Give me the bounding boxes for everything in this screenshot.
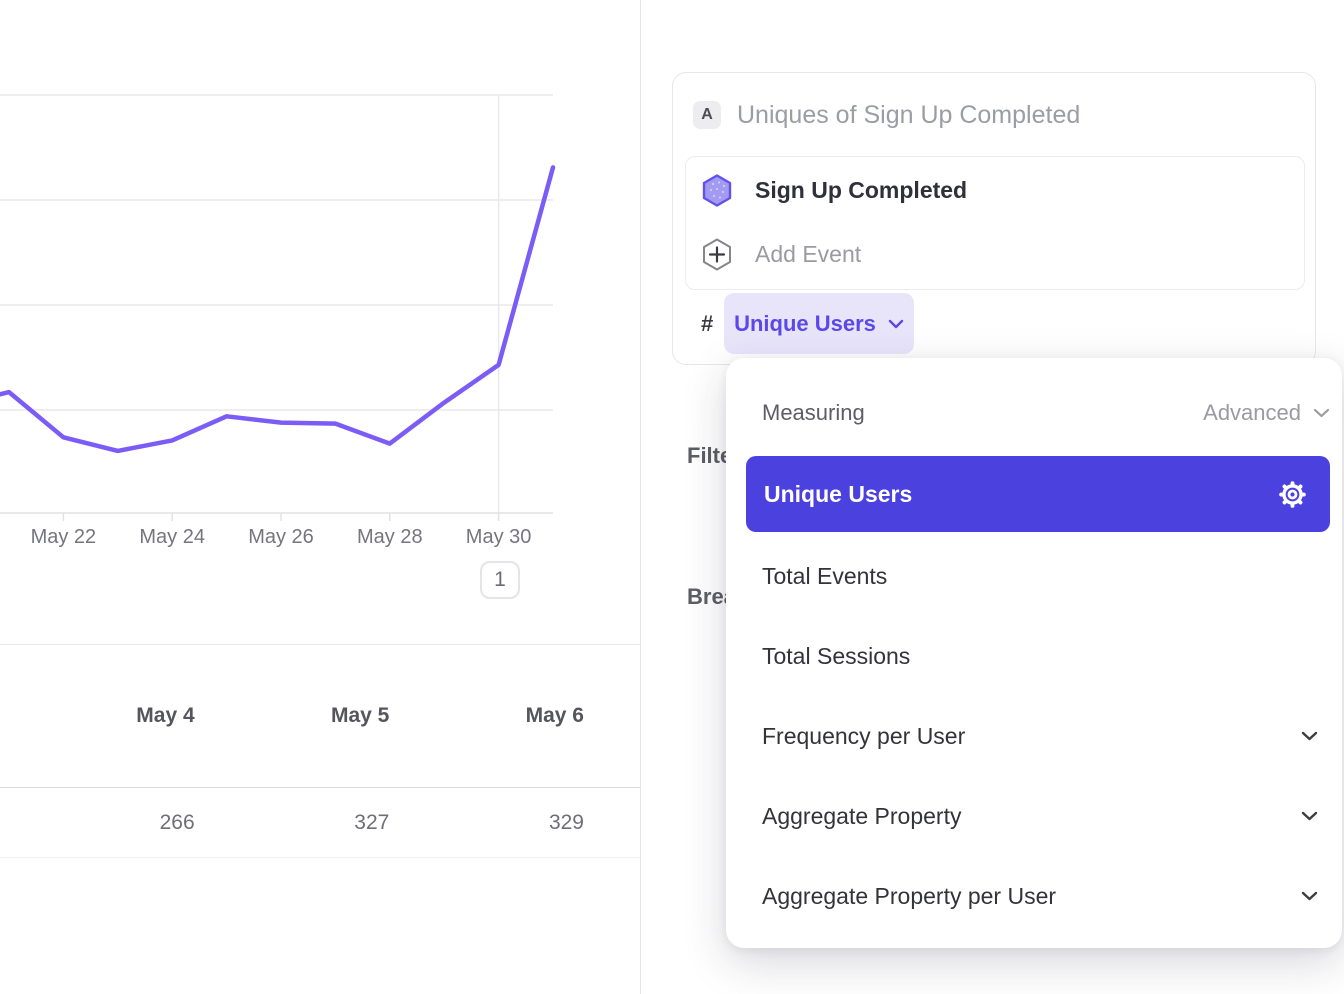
add-event-button[interactable]: Add Event: [702, 237, 861, 271]
series-letter: A: [701, 106, 713, 124]
menu-item-total-sessions[interactable]: Total Sessions: [762, 634, 1318, 678]
menu-item-label: Total Events: [762, 563, 887, 590]
plus-hexagon-icon: [702, 238, 732, 271]
insights-report-page: May 22 May 24 May 26 May 28 May 30 1 May 4 M…: [0, 0, 1344, 994]
table-header-may5: May 5: [195, 704, 390, 728]
event-row[interactable]: Sign Up Completed: [702, 173, 967, 207]
x-axis-tick-label: May 30: [466, 526, 532, 548]
event-card: Sign Up Completed Add Event: [685, 156, 1305, 290]
line-chart: May 22 May 24 May 26 May 28 May 30: [0, 0, 640, 620]
filter-section-label: Filter: [687, 443, 728, 469]
table-header-may4: May 4: [0, 704, 195, 728]
table-value-may6: 329: [389, 811, 584, 835]
advanced-toggle[interactable]: Advanced: [1203, 400, 1330, 426]
menu-item-unique-users-selected[interactable]: Unique Users: [746, 456, 1330, 532]
menu-item-frequency-per-user[interactable]: Frequency per User: [762, 714, 1318, 758]
selected-item-label: Unique Users: [764, 481, 912, 508]
menu-item-label: Frequency per User: [762, 723, 965, 750]
breakdown-section-label: Breakdown: [687, 584, 728, 610]
table-header-row: May 4 May 5 May 6: [0, 644, 640, 788]
table-value-may4: 266: [0, 811, 195, 835]
series-letter-badge: A: [693, 101, 721, 129]
pane-divider: [640, 0, 641, 994]
gear-icon[interactable]: [1277, 479, 1308, 510]
results-table: May 4 May 5 May 6 266 327 329: [0, 644, 640, 858]
query-builder-card: A Uniques of Sign Up Completed Sign Up C…: [672, 72, 1316, 365]
advanced-label: Advanced: [1203, 400, 1301, 426]
metric-label: Unique Users: [734, 311, 876, 337]
chevron-down-icon: [1301, 731, 1318, 741]
chevron-down-icon: [1313, 408, 1330, 418]
event-name: Sign Up Completed: [755, 177, 967, 204]
table-value-may5: 327: [195, 811, 390, 835]
hexagon-icon: [702, 174, 732, 207]
menu-item-label: Total Sessions: [762, 643, 910, 670]
dropdown-header: Measuring Advanced: [762, 395, 1330, 431]
menu-item-label: Aggregate Property per User: [762, 883, 1056, 910]
menu-item-total-events[interactable]: Total Events: [762, 554, 1318, 598]
measuring-dropdown: Measuring Advanced Unique Users: [726, 358, 1342, 948]
chart-series-line: [0, 167, 553, 451]
chevron-down-icon: [888, 319, 904, 329]
metric-row: # Unique Users: [701, 293, 914, 354]
page-number-badge[interactable]: 1: [480, 561, 520, 599]
menu-item-aggregate-property[interactable]: Aggregate Property: [762, 794, 1318, 838]
table-header-may6: May 6: [389, 704, 584, 728]
add-event-label: Add Event: [755, 241, 861, 268]
x-axis-tick-label: May 22: [31, 526, 97, 548]
menu-item-label: Aggregate Property: [762, 803, 961, 830]
measuring-label: Measuring: [762, 400, 865, 426]
x-axis-tick-label: May 28: [357, 526, 423, 548]
x-axis-tick-label: May 24: [139, 526, 205, 548]
menu-item-aggregate-property-per-user[interactable]: Aggregate Property per User: [762, 874, 1318, 918]
chevron-down-icon: [1301, 891, 1318, 901]
metric-selector-chip[interactable]: Unique Users: [724, 293, 914, 354]
chevron-down-icon: [1301, 811, 1318, 821]
chart-pane: May 22 May 24 May 26 May 28 May 30 1 May 4 M…: [0, 0, 640, 994]
query-title: Uniques of Sign Up Completed: [737, 101, 1080, 129]
x-axis-tick-label: May 26: [248, 526, 314, 548]
count-symbol: #: [701, 311, 724, 337]
table-value-row: 266 327 329: [0, 788, 640, 858]
page-number: 1: [494, 568, 506, 592]
